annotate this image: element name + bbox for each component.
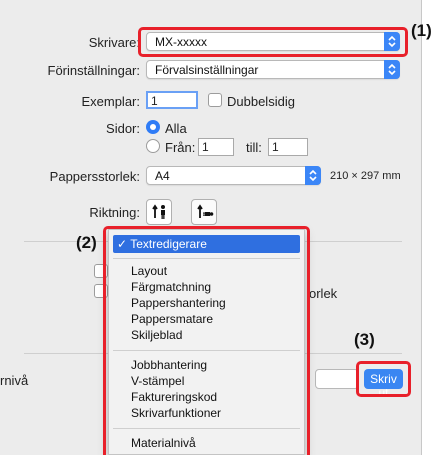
presets-value: Förvalsinställningar — [155, 63, 259, 77]
secondary-button[interactable] — [315, 369, 359, 389]
pages-to-field[interactable]: 1 — [268, 138, 308, 156]
callout-label-1: (1) — [411, 21, 432, 40]
paper-size-value: A4 — [155, 169, 170, 183]
pages-from-field[interactable]: 1 — [198, 138, 234, 156]
pages-all-label: Alla — [165, 121, 187, 136]
pages-label: Sidor: — [106, 121, 140, 136]
copies-label: Exemplar: — [81, 94, 140, 109]
paper-size-popup[interactable]: A4 — [146, 166, 321, 185]
duplex-label: Dubbelsidig — [227, 94, 295, 109]
pages-from-radio[interactable] — [146, 139, 160, 153]
presets-label: Förinställningar: — [47, 63, 141, 78]
duplex-checkbox[interactable] — [208, 93, 222, 107]
popup-arrows-icon — [305, 166, 321, 185]
paper-size-label: Pappersstorlek: — [49, 169, 140, 184]
paper-dimensions: 210 × 297 mm — [330, 170, 401, 182]
pages-from-label: Från: — [165, 140, 196, 155]
portrait-icon — [151, 203, 169, 224]
background-text-rnivå: rnivå — [0, 373, 29, 388]
callout-box-2 — [103, 226, 310, 455]
portrait-orientation-button[interactable] — [146, 199, 172, 225]
pages-to-label: till: — [246, 140, 262, 155]
background-text-orlek: orlek — [309, 286, 338, 301]
landscape-icon — [196, 203, 214, 224]
orientation-label: Riktning: — [89, 205, 140, 220]
presets-popup[interactable]: Förvalsinställningar — [146, 60, 400, 79]
popup-arrows-icon — [384, 60, 400, 79]
callout-box-1 — [138, 27, 408, 57]
pages-all-radio[interactable] — [146, 120, 160, 134]
callout-box-3 — [356, 361, 411, 397]
landscape-orientation-button[interactable] — [191, 199, 217, 225]
copies-field[interactable]: 1 — [146, 91, 198, 109]
callout-label-3: (3) — [354, 330, 375, 349]
callout-label-2: (2) — [76, 233, 97, 252]
printer-label: Skrivare: — [88, 35, 140, 50]
